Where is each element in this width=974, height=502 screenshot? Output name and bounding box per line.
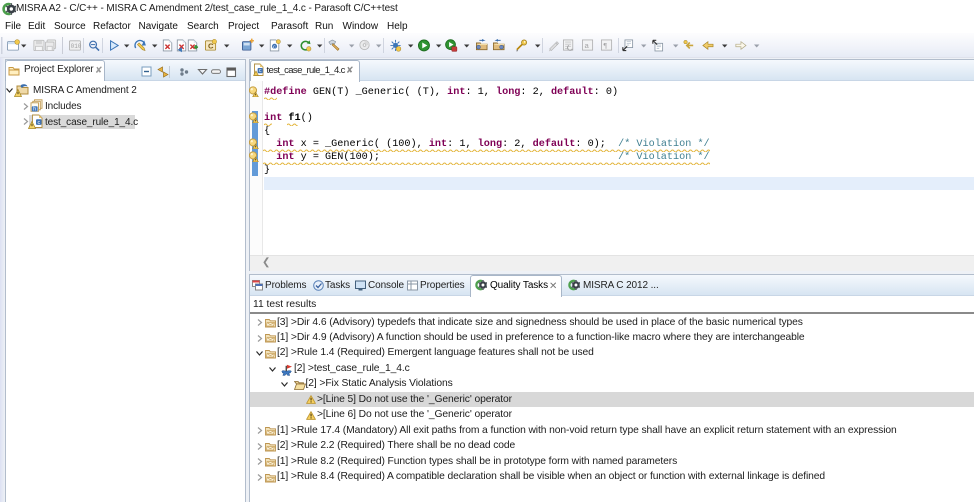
- svg-text:a: a: [585, 41, 590, 50]
- svg-text:h: h: [33, 107, 36, 112]
- svg-text:c: c: [38, 119, 41, 125]
- svg-text:c: c: [273, 44, 276, 50]
- svg-text:¶: ¶: [604, 41, 608, 50]
- svg-text:010: 010: [71, 43, 82, 50]
